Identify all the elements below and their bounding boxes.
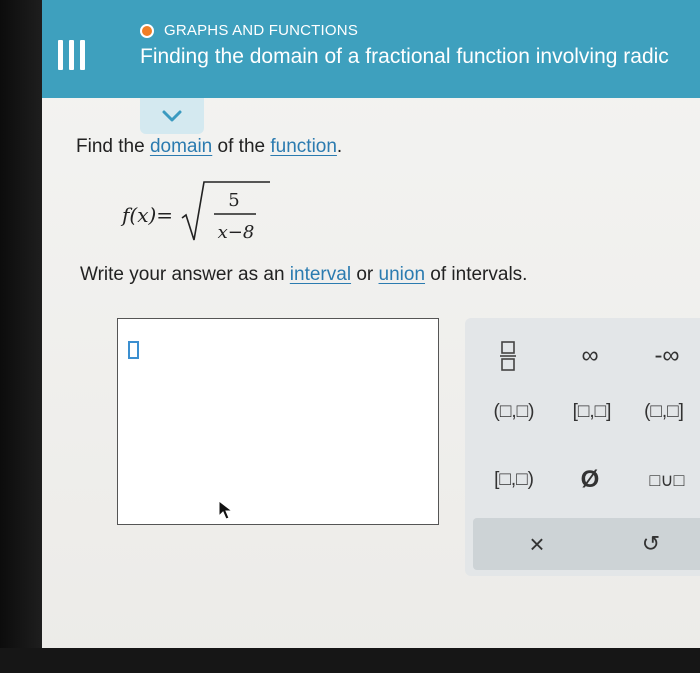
domain-link[interactable]: domain (150, 136, 212, 157)
formula-denominator: x−8 (218, 222, 255, 243)
answer-instruction: Write your answer as an interval or unio… (80, 264, 527, 286)
prompt-text-find: Find the (76, 136, 145, 157)
undo-icon: ↺ (641, 531, 661, 556)
infinity-button[interactable]: ∞ (565, 338, 615, 374)
screen-bezel-bottom (0, 648, 700, 673)
instruction-or: or (356, 264, 374, 285)
question-prompt: Find the domain of the function. (76, 136, 342, 158)
input-placeholder-box (128, 341, 139, 359)
keypad-action-row: × ↺ (473, 518, 700, 570)
formula-numerator: 5 (228, 190, 239, 211)
topic-status-dot (140, 23, 154, 38)
answer-input[interactable] (117, 318, 439, 525)
function-link[interactable]: function (270, 136, 337, 157)
page-title: Finding the domain of a fractional funct… (140, 45, 669, 68)
math-keypad: ∞ -∞ (□,□) [□,□] (□,□] [□,□) Ø □∪□ × ↺ (465, 318, 700, 576)
closed-closed-interval-button[interactable]: [□,□] (557, 394, 627, 430)
prompt-text-of: of the (217, 136, 266, 157)
negative-infinity-button[interactable]: -∞ (637, 338, 697, 374)
chevron-down-icon (162, 110, 182, 122)
empty-set-button[interactable]: Ø (565, 462, 615, 498)
union-link[interactable]: union (379, 264, 426, 285)
header-bar: GRAPHS AND FUNCTIONS Finding the domain … (42, 0, 700, 98)
fraction-button[interactable] (493, 338, 523, 374)
fraction-icon (500, 341, 516, 371)
mouse-pointer-icon (218, 500, 234, 520)
undo-button[interactable]: ↺ (631, 526, 671, 562)
topic-label: GRAPHS AND FUNCTIONS (164, 22, 359, 39)
union-button[interactable]: □∪□ (637, 462, 697, 498)
formula-lhs: f(x)= (120, 203, 173, 227)
collapse-toggle-button[interactable] (140, 98, 204, 134)
instruction-start: Write your answer as an (80, 264, 285, 285)
interval-link[interactable]: interval (290, 264, 351, 285)
menu-icon[interactable] (54, 40, 90, 70)
clear-icon: × (529, 528, 545, 559)
instruction-end: of intervals. (430, 264, 528, 285)
clear-button[interactable]: × (517, 526, 557, 562)
closed-open-interval-button[interactable]: [□,□) (479, 462, 549, 498)
prompt-period: . (336, 136, 343, 157)
topic-row: GRAPHS AND FUNCTIONS (140, 22, 358, 39)
function-formula: f(x)= 5 x−8 (120, 178, 282, 248)
open-open-interval-button[interactable]: (□,□) (479, 394, 549, 430)
open-closed-interval-button[interactable]: (□,□] (631, 394, 697, 430)
screen-bezel-left (0, 0, 42, 673)
